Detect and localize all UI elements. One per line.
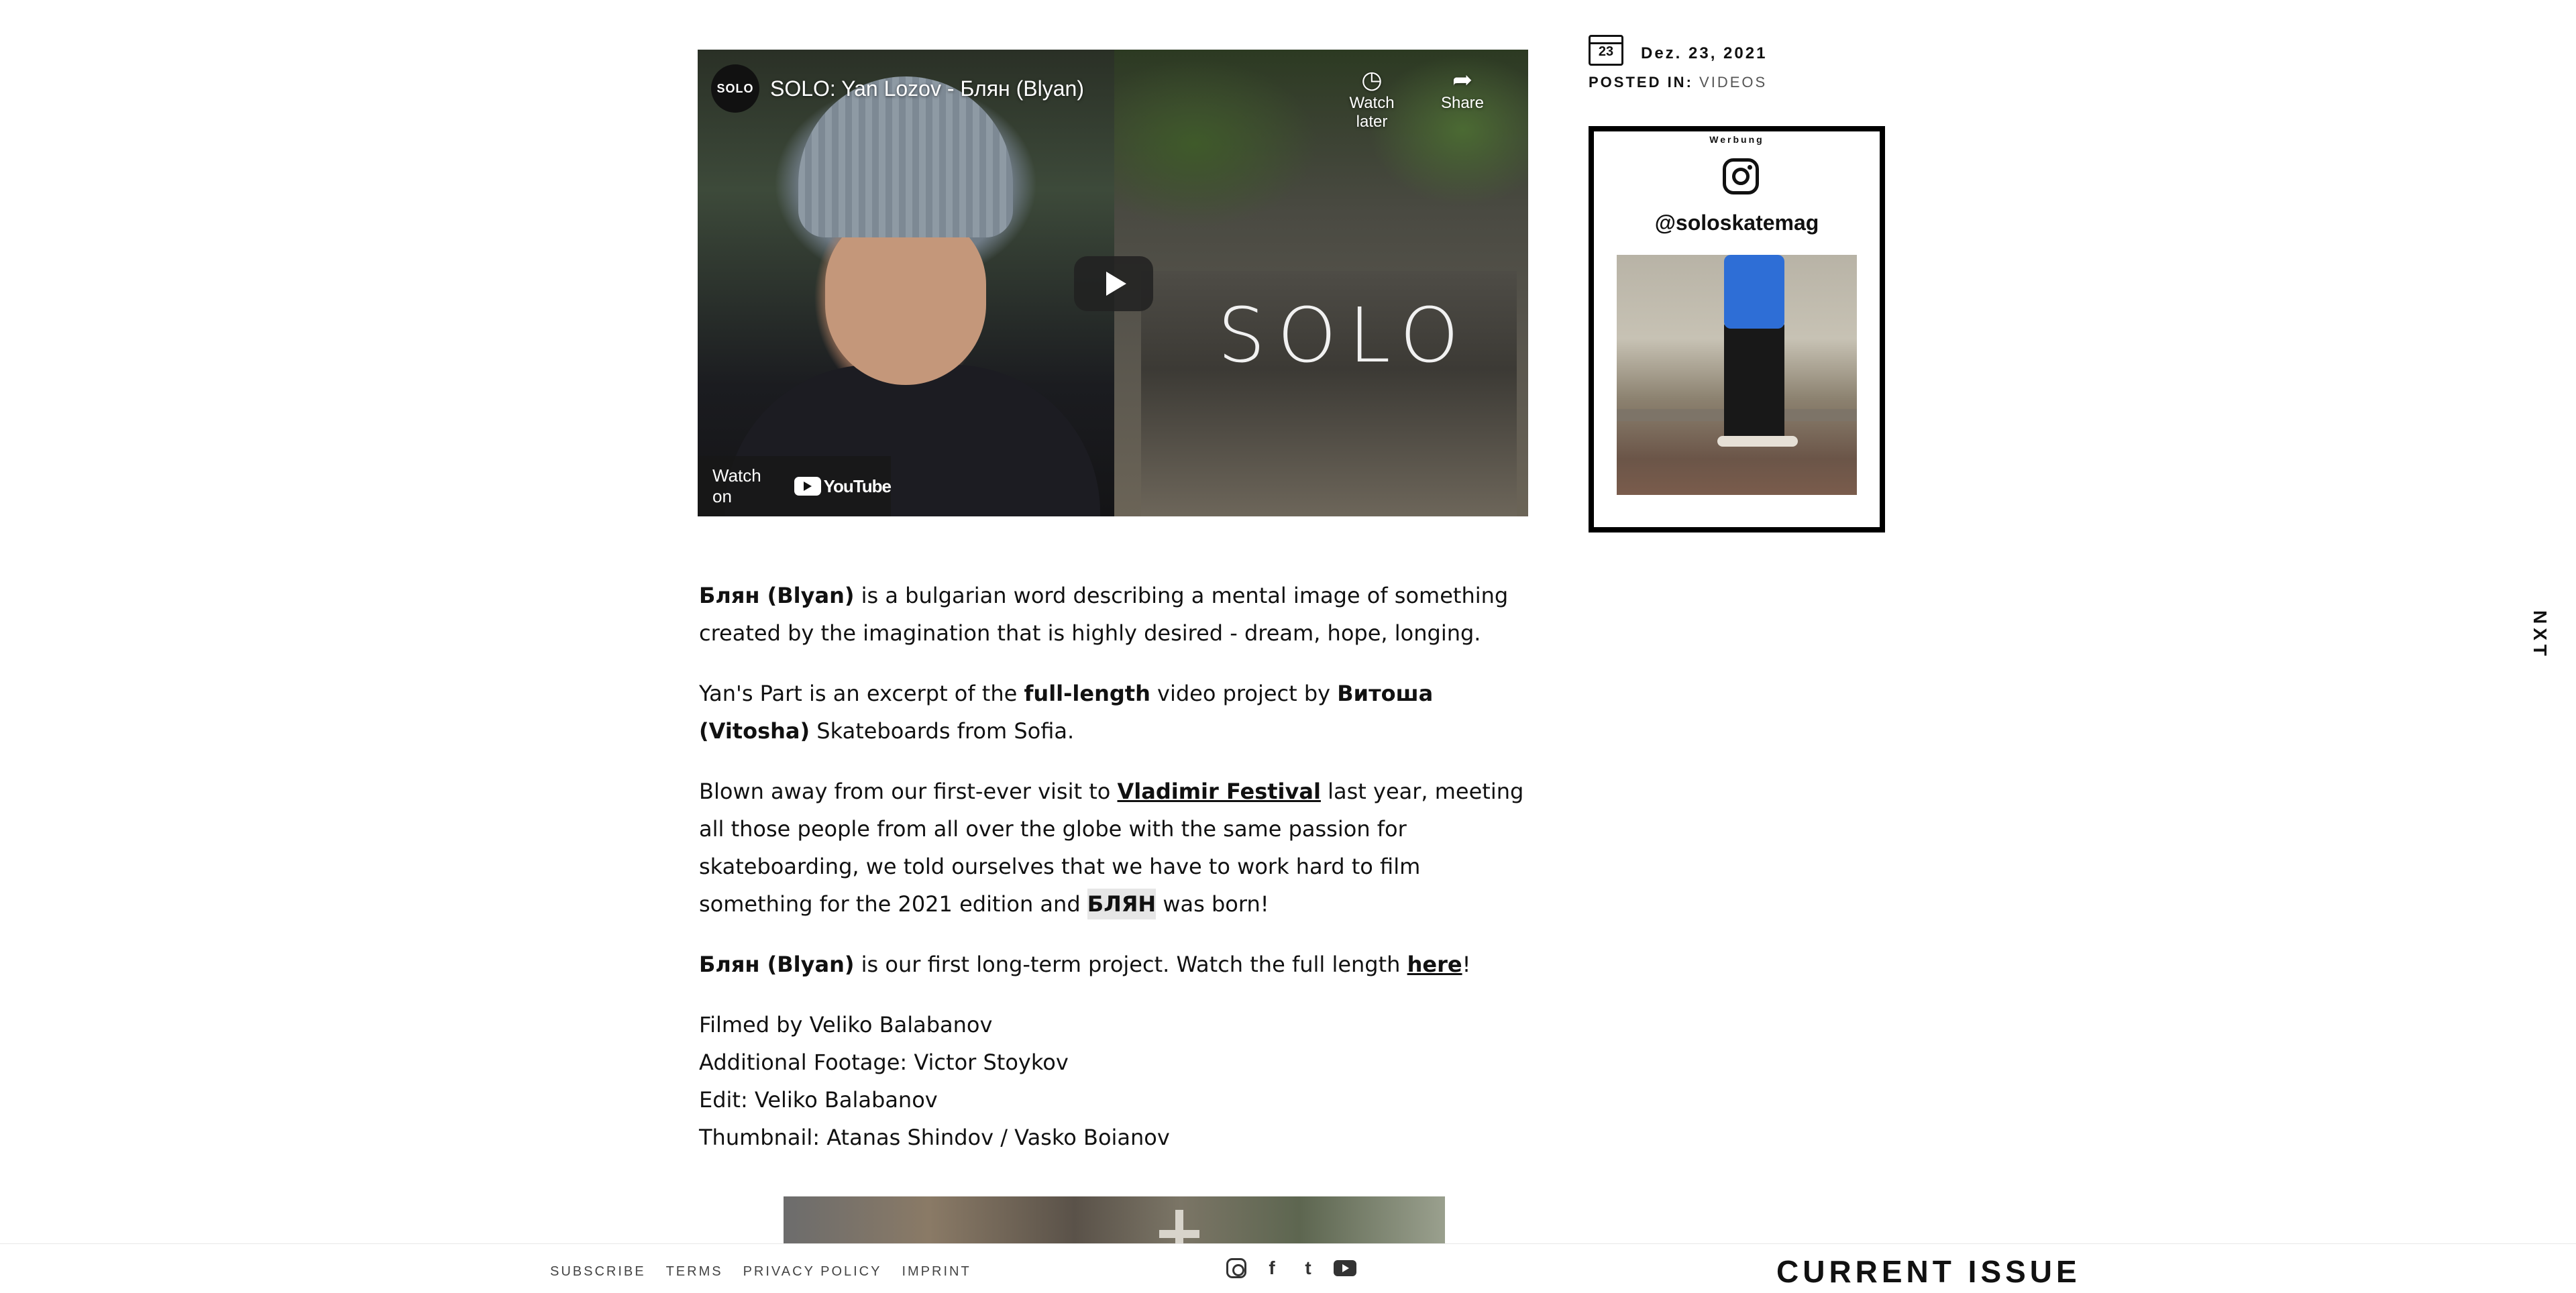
youtube-video-embed[interactable]: SOLO SOLO SOLO: Yan Lozov - Блян (Blyan)… bbox=[698, 50, 1528, 516]
text: was born! bbox=[1156, 891, 1269, 917]
paragraph-2: Yan's Part is an excerpt of the full-len… bbox=[699, 675, 1531, 750]
photo-skater-legs bbox=[1724, 322, 1784, 443]
imprint-link[interactable]: IMPRINT bbox=[902, 1264, 971, 1280]
video-title[interactable]: SOLO: Yan Lozov - Блян (Blyan) bbox=[770, 76, 1084, 101]
posted-in: POSTED IN: VIDEOS bbox=[1589, 74, 1767, 91]
posted-in-label: POSTED IN: bbox=[1589, 74, 1693, 91]
instagram-photo[interactable] bbox=[1617, 255, 1857, 495]
text: Skateboards from Sofia. bbox=[810, 718, 1075, 744]
highlighted-term: БЛЯН bbox=[1087, 889, 1157, 919]
photo-skateboard bbox=[1717, 436, 1798, 447]
video-thumbnail-skate-scene bbox=[1114, 50, 1528, 516]
watch-later-label: Watch later bbox=[1349, 94, 1395, 131]
text: Blown away from our first-ever visit to bbox=[699, 779, 1118, 804]
full-length-here-link[interactable]: here bbox=[1407, 952, 1462, 977]
bold-term: Блян (Blyan) bbox=[699, 952, 855, 977]
channel-avatar[interactable]: SOLO bbox=[711, 64, 759, 113]
play-button[interactable] bbox=[1074, 256, 1153, 311]
social-links: f t bbox=[1226, 1257, 1356, 1279]
subscribe-link[interactable]: SUBSCRIBE bbox=[550, 1264, 646, 1280]
article-body: Блян (Blyan) is a bulgarian word describ… bbox=[699, 577, 1531, 1156]
paragraph-4: Блян (Blyan) is our first long-term proj… bbox=[699, 946, 1531, 983]
current-issue-link[interactable]: CURRENT ISSUE bbox=[1776, 1253, 2081, 1290]
paragraph-3: Blown away from our first-ever visit to … bbox=[699, 773, 1531, 923]
footer-links: SUBSCRIBE TERMS PRIVACY POLICY IMPRINT bbox=[550, 1264, 971, 1280]
text: video project by bbox=[1150, 681, 1338, 706]
next-post-link[interactable]: NXT bbox=[2529, 610, 2551, 660]
play-icon bbox=[1106, 272, 1126, 296]
solo-logo-overlay: SOLO bbox=[1218, 292, 1471, 380]
bold-term: full-length bbox=[1024, 681, 1150, 706]
paragraph-1: Блян (Blyan) is a bulgarian word describ… bbox=[699, 577, 1531, 652]
credits: Filmed by Veliko Balabanov Additional Fo… bbox=[699, 1006, 1531, 1156]
watch-on-label: Watch on bbox=[712, 465, 761, 506]
vladimir-festival-link[interactable]: Vladimir Festival bbox=[1118, 779, 1321, 804]
post-date: Dez. 23, 2021 bbox=[1641, 44, 1768, 62]
youtube-icon[interactable] bbox=[1334, 1260, 1356, 1276]
clock-icon: ◷ bbox=[1361, 66, 1383, 93]
instagram-handle[interactable]: @soloskatemag bbox=[1594, 211, 1880, 235]
share-arrow-icon: ➦ bbox=[1452, 66, 1473, 93]
youtube-play-icon bbox=[794, 477, 821, 496]
instagram-ad[interactable]: Werbung @soloskatemag bbox=[1589, 126, 1885, 532]
credit-line: Filmed by Veliko Balabanov bbox=[699, 1012, 993, 1037]
credit-line: Edit: Veliko Balabanov bbox=[699, 1087, 938, 1113]
text: is our first long-term project. Watch th… bbox=[854, 952, 1407, 977]
bold-term: Блян (Blyan) bbox=[699, 583, 855, 608]
credit-line: Thumbnail: Atanas Shindov / Vasko Boiano… bbox=[699, 1125, 1170, 1150]
share-button[interactable]: ➦ Share bbox=[1422, 66, 1503, 113]
watch-on-youtube-button[interactable]: Watch on YouTube bbox=[698, 456, 892, 516]
calendar-icon: 23 bbox=[1589, 35, 1623, 66]
terms-link[interactable]: TERMS bbox=[666, 1264, 723, 1280]
youtube-wordmark: YouTube bbox=[823, 475, 892, 496]
tumblr-icon[interactable]: t bbox=[1297, 1257, 1319, 1279]
text: Yan's Part is an excerpt of the bbox=[699, 681, 1024, 706]
photo-skater-torso bbox=[1724, 255, 1784, 329]
share-label: Share bbox=[1440, 94, 1485, 112]
privacy-policy-link[interactable]: PRIVACY POLICY bbox=[743, 1264, 882, 1280]
text: ! bbox=[1462, 952, 1471, 977]
footer: SUBSCRIBE TERMS PRIVACY POLICY IMPRINT f… bbox=[0, 1243, 2576, 1293]
ad-label: Werbung bbox=[1709, 134, 1764, 145]
youtube-logo: YouTube bbox=[794, 475, 892, 497]
category-link[interactable]: VIDEOS bbox=[1699, 74, 1767, 91]
instagram-icon[interactable] bbox=[1226, 1258, 1246, 1278]
instagram-icon bbox=[1723, 158, 1759, 194]
watch-later-button[interactable]: ◷ Watch later bbox=[1332, 66, 1412, 131]
facebook-icon[interactable]: f bbox=[1261, 1257, 1283, 1279]
credit-line: Additional Footage: Victor Stoykov bbox=[699, 1050, 1069, 1075]
video-thumbnail-portrait bbox=[698, 50, 1114, 516]
